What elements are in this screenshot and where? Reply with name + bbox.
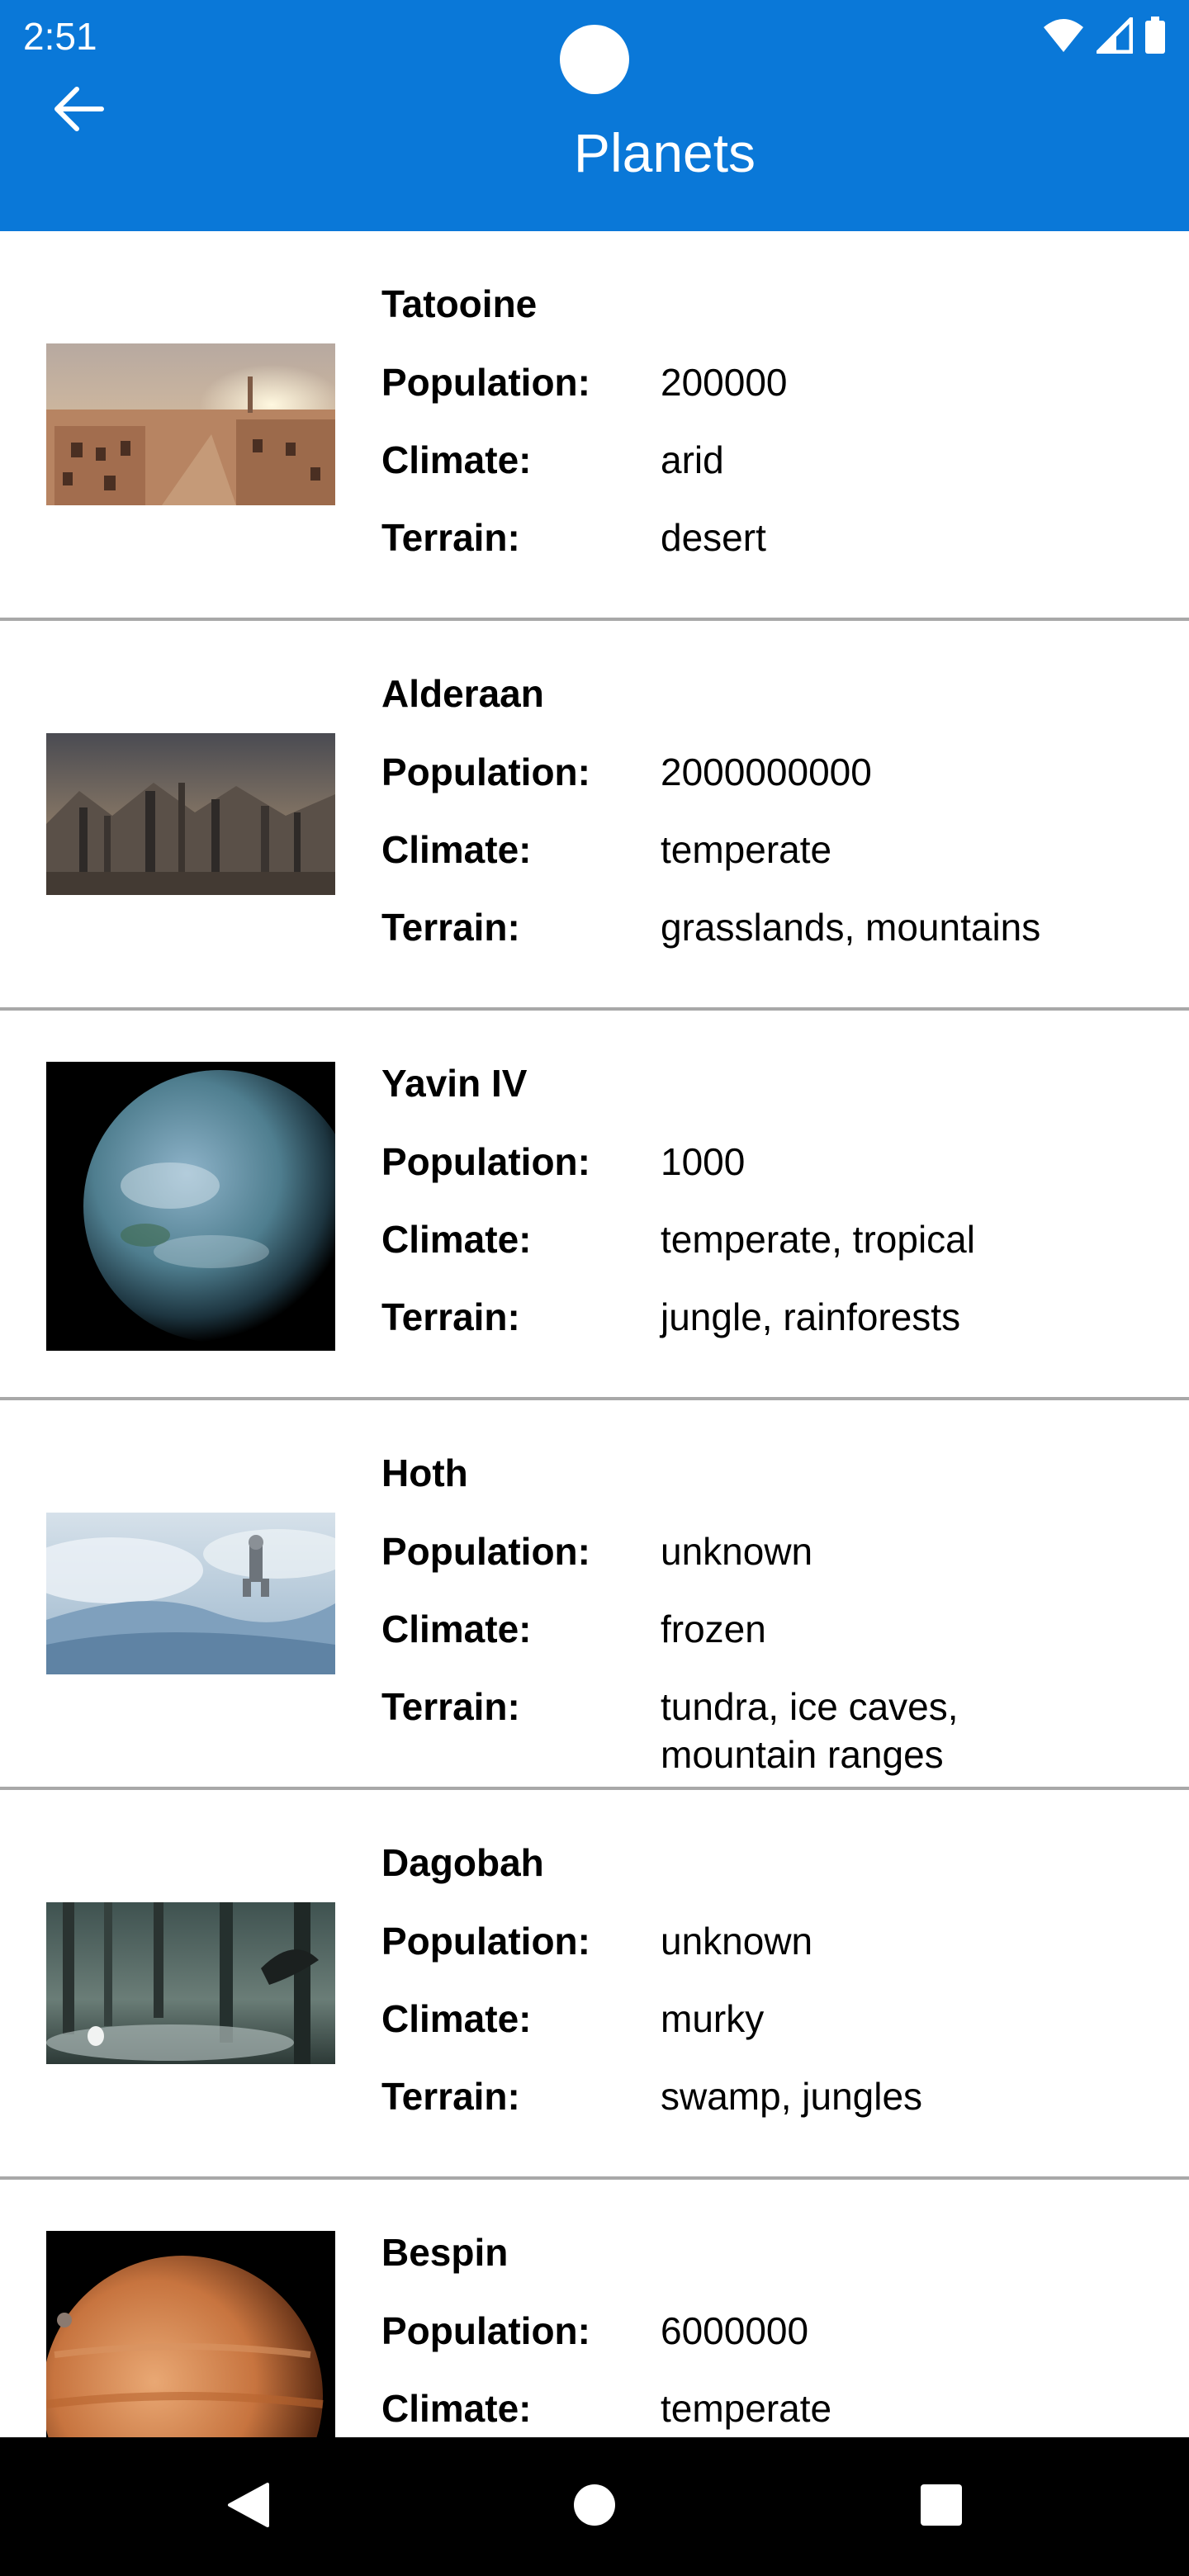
terrain-value: desert [661, 516, 766, 559]
population-field: Population: unknown [381, 1527, 1166, 1575]
terrain-value: jungle, rainforests [661, 1295, 961, 1338]
climate-field: Climate: murky [381, 1995, 1166, 2043]
planet-image-dagobah [46, 1902, 335, 2064]
climate-label: Climate: [381, 1997, 532, 2040]
terrain-value: tundra, ice caves, mountain ranges [661, 1685, 959, 1776]
population-label: Population: [381, 361, 590, 404]
planet-name: Bespin [381, 2231, 509, 2274]
planet-info: Dagobah Population: unknown Climate: mur… [381, 1840, 1166, 2150]
nav-home-button[interactable] [555, 2467, 634, 2546]
climate-field: Climate: temperate, tropical [381, 1215, 1166, 1263]
population-label: Population: [381, 1530, 590, 1573]
planet-name: Tatooine [381, 282, 538, 325]
nav-recents-icon [920, 2484, 963, 2531]
population-label: Population: [381, 1920, 590, 1963]
population-value: 1000 [661, 1140, 746, 1183]
population-field: Population: 200000 [381, 358, 1166, 406]
climate-label: Climate: [381, 1218, 532, 1261]
camera-cutout [560, 25, 629, 94]
terrain-value: swamp, jungles [661, 2075, 923, 2118]
nav-home-icon [573, 2484, 616, 2531]
climate-value: temperate, tropical [661, 1218, 975, 1261]
planet-row-yavin-iv[interactable]: Yavin IV Population: 1000 Climate: tempe… [0, 1011, 1189, 1400]
population-field: Population: 2000000000 [381, 748, 1166, 796]
battery-icon [1144, 17, 1166, 54]
signal-icon [1097, 17, 1133, 54]
population-value: 6000000 [661, 2309, 809, 2352]
population-value: unknown [661, 1920, 813, 1963]
climate-field: Climate: frozen [381, 1605, 1166, 1653]
climate-value: temperate [661, 828, 832, 871]
climate-label: Climate: [381, 828, 532, 871]
wifi-icon [1042, 17, 1085, 54]
terrain-label: Terrain: [381, 2075, 520, 2118]
population-label: Population: [381, 751, 590, 793]
climate-value: murky [661, 1997, 765, 2040]
planet-image-bespin [46, 2231, 335, 2437]
planet-name: Yavin IV [381, 1062, 528, 1105]
planet-image-tatooine [46, 343, 335, 505]
terrain-label: Terrain: [381, 1295, 520, 1338]
climate-field: Climate: arid [381, 436, 1166, 484]
planet-info: Yavin IV Population: 1000 Climate: tempe… [381, 1060, 1166, 1371]
climate-label: Climate: [381, 1608, 532, 1650]
population-label: Population: [381, 1140, 590, 1183]
planet-row-tatooine[interactable]: Tatooine Population: 200000 Climate: ari… [0, 231, 1189, 621]
planet-row-hoth[interactable]: Hoth Population: unknown Climate: frozen… [0, 1400, 1189, 1790]
status-time: 2:51 [23, 15, 97, 58]
page-title: Planets [573, 122, 756, 183]
population-field: Population: 6000000 [381, 2307, 1166, 2355]
terrain-field: Terrain: grasslands, mountains [381, 903, 1166, 951]
nav-back-button[interactable] [208, 2467, 287, 2546]
planet-name: Dagobah [381, 1841, 544, 1884]
planet-info: Bespin Population: 6000000 Climate: temp… [381, 2229, 1166, 2437]
climate-value: frozen [661, 1608, 766, 1650]
terrain-label: Terrain: [381, 1685, 520, 1728]
nav-recents-button[interactable] [902, 2467, 981, 2546]
terrain-field: Terrain: jungle, rainforests [381, 1293, 1166, 1341]
navigation-bar [0, 2437, 1189, 2576]
planet-list[interactable]: Tatooine Population: 200000 Climate: ari… [0, 231, 1189, 2437]
climate-field: Climate: temperate [381, 2384, 1166, 2432]
planet-image-hoth [46, 1513, 335, 1674]
population-label: Population: [381, 2309, 590, 2352]
population-field: Population: 1000 [381, 1138, 1166, 1186]
planet-name: Alderaan [381, 672, 544, 715]
planet-row-alderaan[interactable]: Alderaan Population: 2000000000 Climate:… [0, 621, 1189, 1011]
terrain-field: Terrain: tundra, ice caves, mountain ran… [381, 1683, 1166, 1778]
planet-info: Tatooine Population: 200000 Climate: ari… [381, 281, 1166, 591]
planet-info: Alderaan Population: 2000000000 Climate:… [381, 670, 1166, 981]
planet-name: Hoth [381, 1451, 468, 1494]
climate-value: arid [661, 438, 724, 481]
status-icons [1042, 15, 1166, 56]
planet-row-bespin[interactable]: Bespin Population: 6000000 Climate: temp… [0, 2180, 1189, 2437]
planet-image-yavin-iv [46, 1062, 335, 1351]
climate-value: temperate [661, 2387, 832, 2430]
planet-info: Hoth Population: unknown Climate: frozen… [381, 1450, 1166, 1808]
app-bar: 2:51 Planets [0, 0, 1189, 231]
population-value: 200000 [661, 361, 788, 404]
population-value: unknown [661, 1530, 813, 1573]
nav-back-icon [225, 2481, 271, 2533]
terrain-field: Terrain: desert [381, 514, 1166, 561]
terrain-field: Terrain: swamp, jungles [381, 2072, 1166, 2120]
terrain-label: Terrain: [381, 906, 520, 949]
terrain-value: grasslands, mountains [661, 906, 1041, 949]
climate-field: Climate: temperate [381, 826, 1166, 874]
climate-label: Climate: [381, 438, 532, 481]
planet-row-dagobah[interactable]: Dagobah Population: unknown Climate: mur… [0, 1790, 1189, 2180]
population-value: 2000000000 [661, 751, 872, 793]
planet-image-alderaan [46, 733, 335, 895]
terrain-label: Terrain: [381, 516, 520, 559]
climate-label: Climate: [381, 2387, 532, 2430]
population-field: Population: unknown [381, 1917, 1166, 1965]
